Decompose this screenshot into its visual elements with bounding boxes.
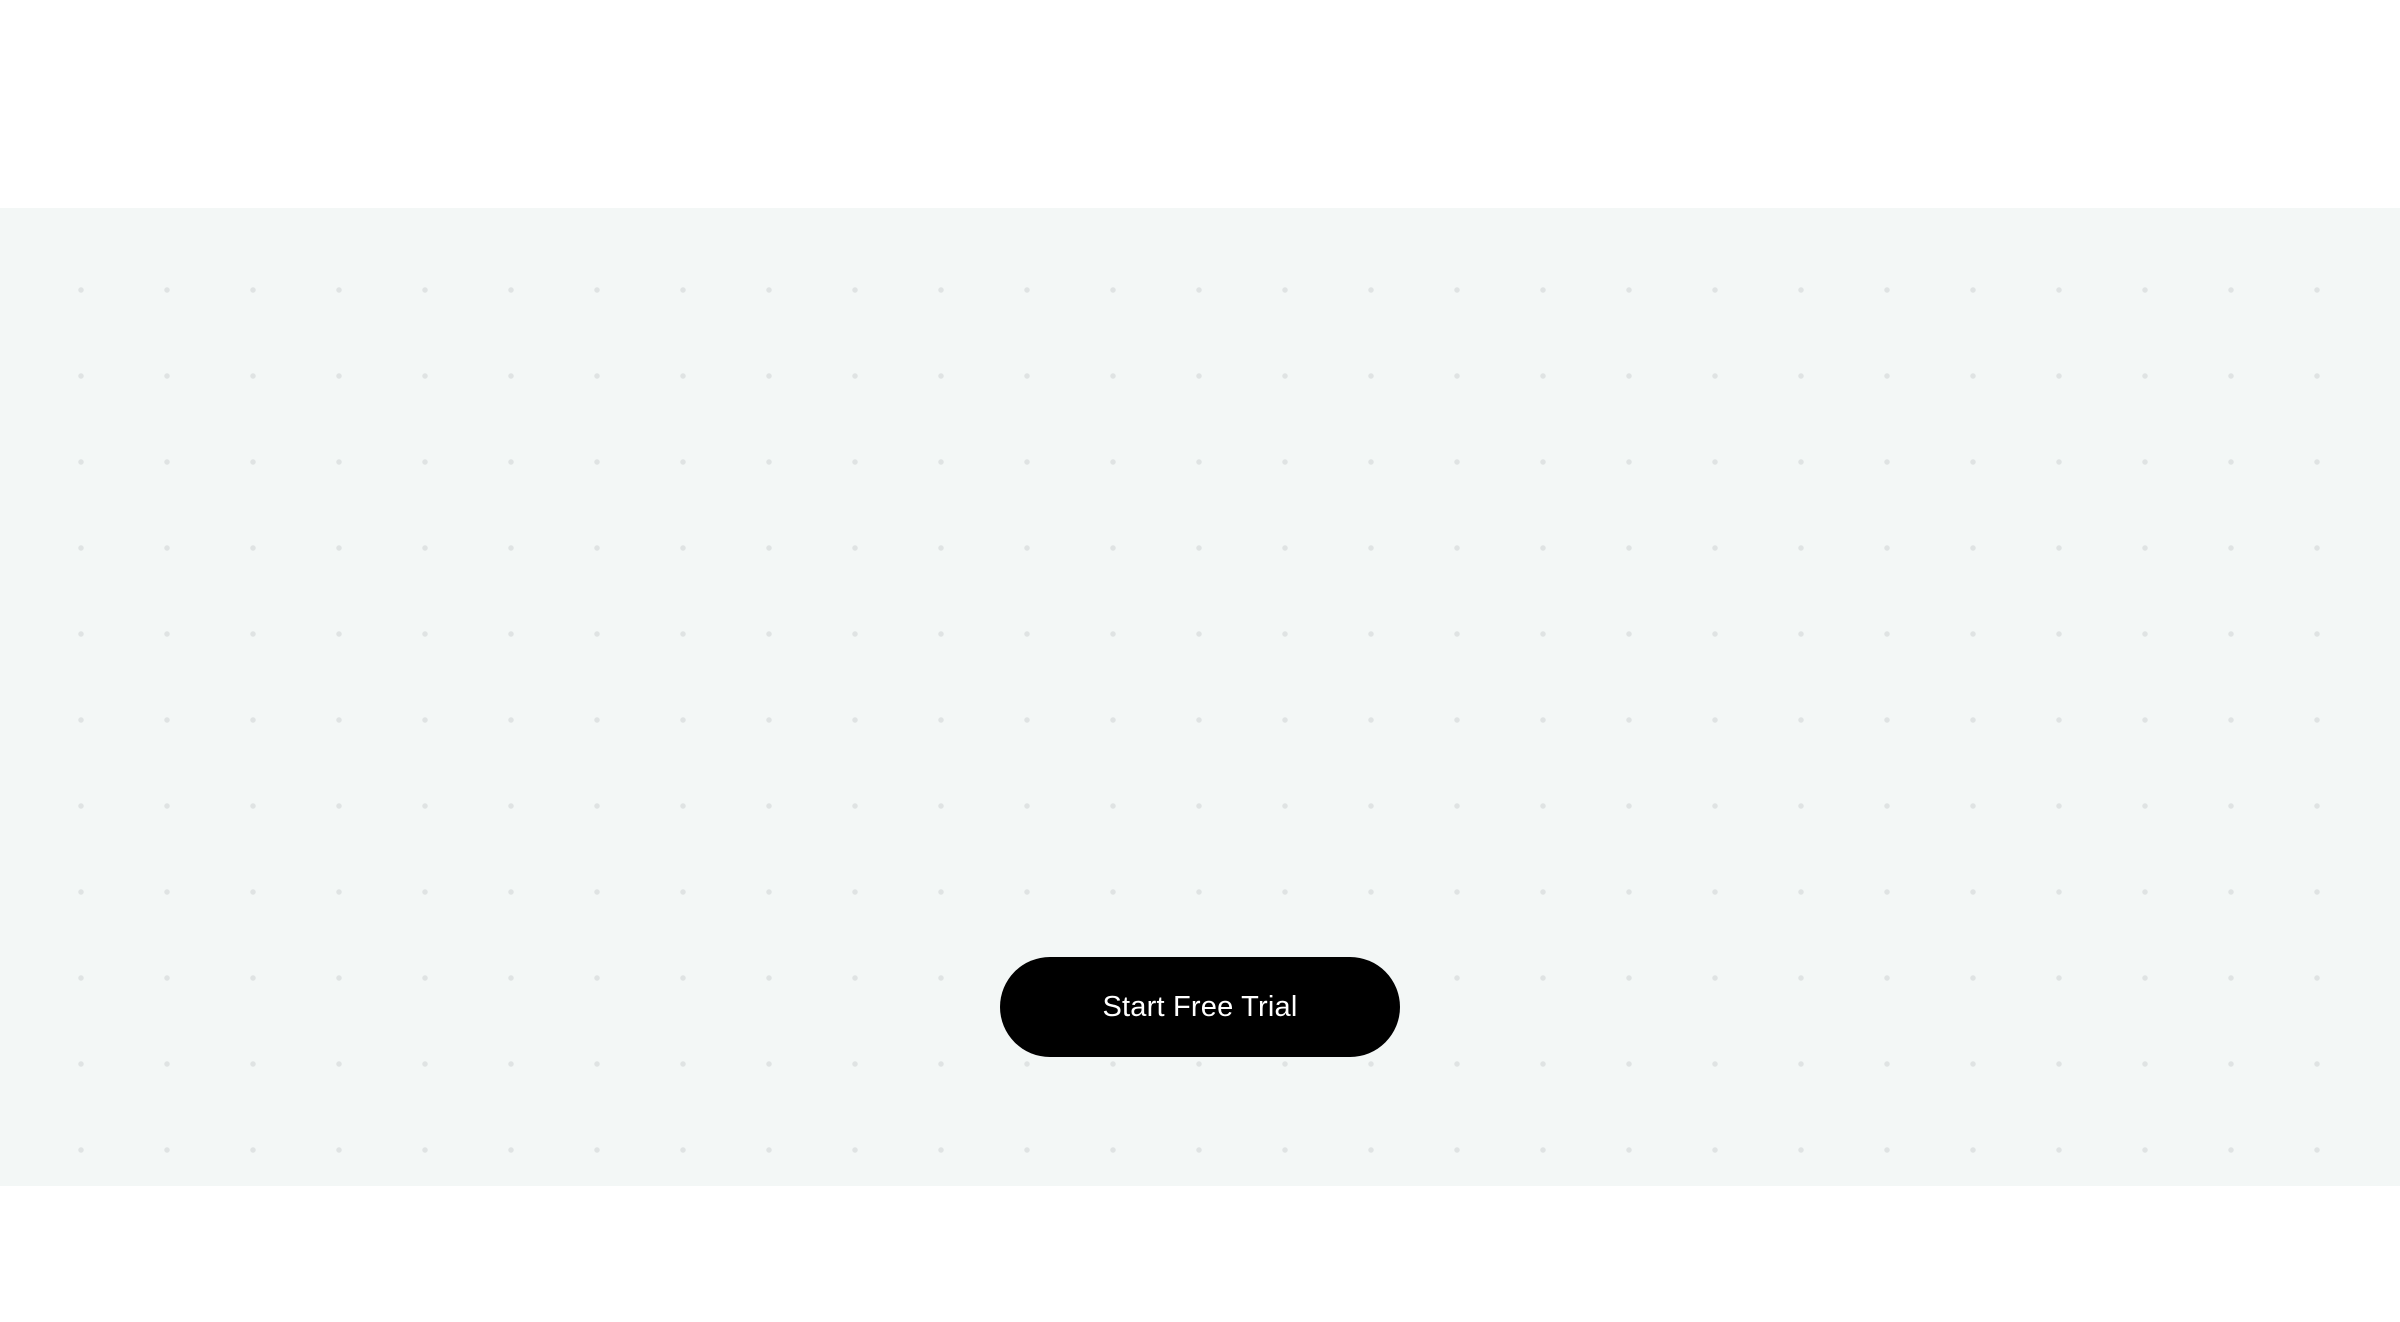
start-free-trial-button[interactable]: Start Free Trial [1000, 957, 1400, 1057]
cta-section-dotted-background: Start Free Trial [0, 208, 2400, 1186]
top-blank-area [0, 0, 2400, 208]
bottom-blank-area [0, 1186, 2400, 1322]
